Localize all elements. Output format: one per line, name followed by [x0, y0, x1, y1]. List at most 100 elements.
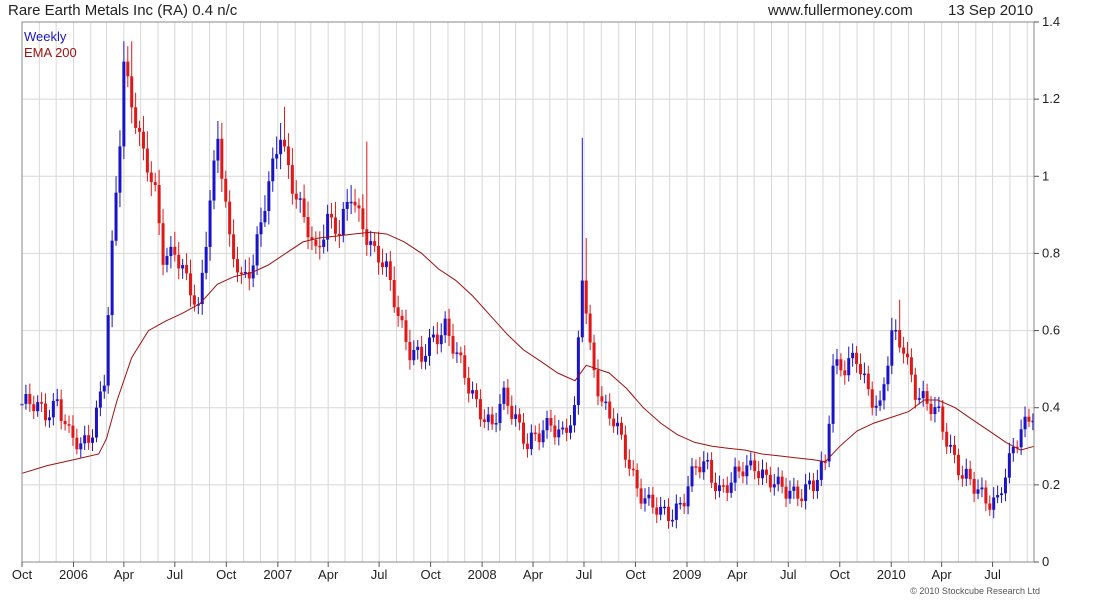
y-tick-label: 0.6: [1042, 323, 1060, 338]
price-bar-body: [392, 280, 396, 308]
price-bar-body: [138, 127, 142, 132]
x-tick-label: Jul: [371, 567, 388, 582]
y-tick-label: 0.4: [1042, 400, 1060, 415]
price-bar-body: [843, 370, 847, 376]
price-bar-body: [239, 272, 243, 274]
price-bar-body: [741, 471, 745, 477]
x-tick-label: 2007: [263, 567, 292, 582]
price-bar-body: [506, 387, 510, 406]
price-bar-body: [635, 469, 639, 489]
price-bar-body: [102, 385, 106, 392]
x-tick-label: Apr: [523, 567, 544, 582]
x-tick-label: Oct: [625, 567, 646, 582]
price-bar-body: [83, 435, 87, 444]
price-bar-body: [976, 489, 980, 494]
price-bar-body: [643, 498, 647, 504]
price-bar-body: [984, 487, 988, 504]
price-bar-body: [921, 391, 925, 399]
copyright-notice: © 2010 Stockcube Research Ltd: [910, 586, 1040, 596]
price-bar-body: [706, 460, 710, 462]
price-bar-body: [698, 466, 702, 473]
price-bar-body: [537, 433, 541, 443]
price-bar-body: [451, 335, 455, 354]
price-bar-body: [302, 198, 306, 217]
price-bar-body: [541, 430, 545, 443]
price-bar-body: [956, 454, 960, 476]
price-bar-body: [761, 469, 765, 479]
price-bar-body: [388, 261, 392, 281]
price-bar-body: [467, 377, 471, 394]
price-bar-body: [169, 246, 173, 257]
price-bar-body: [36, 402, 40, 412]
price-bar-body: [345, 201, 349, 209]
price-bar-body: [913, 374, 917, 400]
price-bar-body: [792, 486, 796, 491]
price-bar-body: [808, 480, 812, 485]
price-bar-body: [353, 201, 357, 206]
price-bar-body: [925, 391, 929, 404]
price-bar-body: [572, 405, 576, 426]
price-bar-body: [639, 488, 643, 504]
price-bar-body: [1011, 446, 1015, 454]
price-bar-body: [322, 239, 326, 248]
price-bar-body: [988, 503, 992, 510]
price-bar-body: [431, 334, 435, 338]
legend-ema-200: EMA 200: [24, 45, 77, 60]
price-bar-body: [608, 401, 612, 419]
price-bar-body: [525, 443, 529, 450]
price-bar-body: [992, 497, 996, 510]
price-bar-body: [110, 240, 114, 316]
price-bar-body: [122, 61, 126, 147]
price-bar-body: [279, 139, 283, 155]
price-bar-body: [909, 357, 913, 375]
price-bar-body: [933, 407, 937, 415]
price-bar-body: [702, 461, 706, 473]
price-bar-body: [424, 355, 428, 362]
price-bar-body: [663, 506, 667, 509]
x-tick-label: Oct: [420, 567, 441, 582]
price-bar-body: [349, 201, 353, 204]
price-bar-body: [659, 506, 663, 515]
price-bar-body: [768, 474, 772, 488]
price-bar-body: [106, 315, 110, 386]
price-bar-body: [271, 158, 275, 182]
price-bar-body: [937, 406, 941, 408]
price-bar-body: [502, 387, 506, 404]
price-bar-body: [819, 461, 823, 480]
y-tick-label: 0.2: [1042, 477, 1060, 492]
y-axis: 0 0.2 0.4 0.6 0.8 1 1.2 1.4: [1034, 14, 1060, 569]
price-bar-body: [44, 403, 48, 421]
price-chart: 0 0.2 0.4 0.6 0.8 1 1.2 1.4 Oct 2006 Apr Jul Oct 200…: [12, 14, 1060, 596]
price-bar-body: [839, 359, 843, 371]
price-bar-body: [980, 487, 984, 490]
price-bar-body: [59, 399, 63, 421]
price-bar-body: [604, 401, 608, 404]
x-tick-label: 2010: [877, 567, 906, 582]
price-bar-body: [408, 341, 412, 361]
price-bar-body: [721, 485, 725, 487]
price-bar-body: [729, 482, 733, 493]
price-bar-body: [710, 460, 714, 483]
price-bar-body: [858, 363, 862, 375]
price-bar-body: [141, 131, 145, 149]
price-bar-body: [447, 318, 451, 336]
price-bar-body: [79, 443, 83, 450]
price-bar-body: [192, 295, 196, 305]
price-bar-body: [882, 384, 886, 401]
price-bar-body: [208, 200, 212, 247]
y-tick-label: 0: [1042, 554, 1049, 569]
price-bar-body: [847, 358, 851, 376]
price-bar-body: [686, 486, 690, 507]
price-bar-body: [906, 353, 909, 358]
price-bar-body: [737, 466, 741, 472]
price-bar-body: [153, 182, 157, 186]
price-bar-body: [557, 429, 561, 438]
price-bar-body: [283, 139, 287, 147]
price-bar-body: [996, 495, 1000, 498]
price-bar-body: [177, 254, 181, 269]
price-bar-body: [1027, 416, 1031, 422]
price-bar-body: [490, 414, 494, 425]
price-bar-body: [365, 229, 369, 245]
price-bar-body: [866, 373, 870, 390]
price-bar-body: [369, 241, 373, 245]
